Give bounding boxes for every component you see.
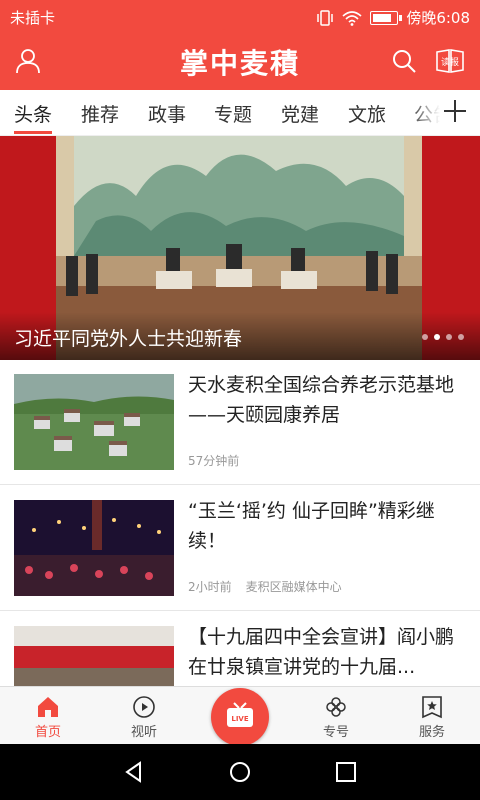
tab-headlines[interactable]: 头条 — [14, 100, 52, 127]
live-tv-icon: LIVE — [227, 702, 253, 727]
tab-audio-video[interactable]: 视听 — [114, 687, 174, 745]
carousel-dot[interactable] — [446, 334, 452, 340]
tab-culture-tourism[interactable]: 文旅 — [348, 100, 386, 127]
home-circle-icon[interactable] — [228, 760, 252, 784]
read-paper-label: 读报 — [441, 56, 459, 68]
news-thumbnail — [14, 374, 174, 470]
news-meta: 2小时前 麦积区融媒体中心 — [188, 578, 342, 595]
category-tabs: 头条 推荐 政事 专题 党建 文旅 公告 — [0, 90, 480, 136]
active-tab-indicator — [14, 131, 52, 134]
carousel-dot[interactable] — [458, 334, 464, 340]
tab-special[interactable]: 专题 — [214, 100, 252, 127]
tab-label: 首页 — [34, 725, 61, 740]
banner-caption[interactable]: 习近平同党外人士共迎新春 — [14, 324, 242, 351]
add-channel-button[interactable] — [440, 96, 470, 126]
tab-label: 视听 — [130, 725, 157, 740]
tab-party[interactable]: 党建 — [281, 100, 319, 127]
headline-carousel[interactable]: 习近平同党外人士共迎新春 — [0, 136, 480, 360]
tab-politics[interactable]: 政事 — [148, 100, 186, 127]
read-paper-icon[interactable]: 读报 — [434, 45, 466, 77]
tab-home[interactable]: 首页 — [18, 687, 78, 745]
tab-label: 专号 — [322, 725, 349, 740]
star-box-icon — [422, 696, 442, 719]
status-bar: 未插卡 傍晚6:08 — [0, 0, 480, 32]
recents-icon[interactable] — [334, 760, 358, 784]
news-meta: 57分钟前 — [188, 452, 239, 469]
app-header: 掌中麦積 读报 — [0, 32, 480, 90]
battery-icon — [370, 10, 403, 25]
vibrate-icon — [317, 9, 334, 26]
tab-label: 服务 — [418, 725, 445, 740]
tab-services[interactable]: 服务 — [402, 687, 462, 745]
carousel-indicator — [422, 334, 464, 340]
news-title[interactable]: 天水麦积全国综合养老示范基地——天颐园康养居 — [188, 370, 468, 430]
news-title[interactable]: 【十九届四中全会宣讲】阎小鹏在廿泉镇宣讲党的十九届... — [188, 622, 468, 682]
live-button[interactable]: LIVE — [211, 688, 269, 746]
tab-recommend[interactable]: 推荐 — [81, 100, 119, 127]
wifi-icon — [342, 10, 362, 26]
news-time: 2小时前 — [188, 580, 232, 594]
carousel-dot[interactable] — [422, 334, 428, 340]
news-thumbnail — [14, 500, 174, 596]
news-item[interactable]: “玉兰‘摇’约 仙子回眸”精彩继续！ 2小时前 麦积区融媒体中心 — [0, 486, 480, 611]
system-nav-bar — [0, 744, 480, 800]
live-label: LIVE — [231, 715, 248, 723]
carrier-label: 未插卡 — [10, 9, 56, 27]
play-icon — [133, 696, 155, 718]
back-icon[interactable] — [122, 760, 146, 784]
flower-icon — [326, 697, 346, 717]
tab-channels[interactable]: 专号 — [306, 687, 366, 745]
carousel-dot[interactable] — [434, 334, 440, 340]
search-icon[interactable] — [388, 45, 420, 77]
news-title[interactable]: “玉兰‘摇’约 仙子回眸”精彩继续！ — [188, 496, 468, 556]
home-icon — [38, 697, 58, 717]
news-item[interactable]: 天水麦积全国综合养老示范基地——天颐园康养居 57分钟前 — [0, 360, 480, 485]
news-source: 麦积区融媒体中心 — [245, 580, 342, 594]
news-time: 57分钟前 — [188, 454, 240, 468]
clock: 傍晚6:08 — [406, 9, 470, 27]
